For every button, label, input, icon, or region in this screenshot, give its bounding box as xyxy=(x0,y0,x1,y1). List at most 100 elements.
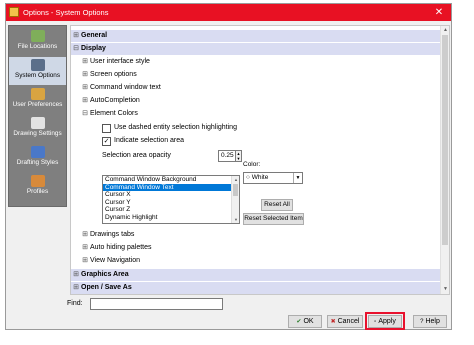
list-scroll-thumb[interactable] xyxy=(233,184,238,196)
list-item[interactable]: Cursor X xyxy=(103,191,239,199)
profiles-icon xyxy=(30,175,45,187)
sidebar-item-label: User Preferences xyxy=(12,101,63,108)
color-dropdown[interactable]: ○ White ▼ xyxy=(243,172,303,184)
apply-button[interactable]: ▫ Apply xyxy=(368,315,402,328)
tree-scrollbar[interactable]: ▲ ▼ xyxy=(440,26,449,294)
color-value: ○ White xyxy=(246,174,269,181)
find-label: Find: xyxy=(67,300,83,307)
tree-node-element-colors[interactable]: ⊟ Element Colors xyxy=(80,108,138,120)
node-label: Command window text xyxy=(90,84,161,91)
tree-node-screen-options[interactable]: ⊞ Screen options xyxy=(80,69,137,81)
list-scrollbar[interactable]: ▲ ▼ xyxy=(231,176,239,223)
tree-node-command-window-text[interactable]: ⊞ Command window text xyxy=(80,82,161,94)
dashed-highlight-label: Use dashed entity selection highlighting xyxy=(114,124,237,131)
chevron-down-icon[interactable]: ▼ xyxy=(293,173,302,183)
app-icon xyxy=(9,7,19,17)
section-label: Graphics Area xyxy=(81,271,129,278)
scroll-down-icon[interactable]: ▼ xyxy=(441,285,449,294)
cancel-button[interactable]: ✖ Cancel xyxy=(327,315,363,328)
indicate-area-checkbox[interactable]: ✓ xyxy=(102,137,111,146)
expand-icon[interactable]: ⊞ xyxy=(80,69,90,81)
sidebar-item-drawing-settings[interactable]: Drawing Settings xyxy=(9,115,66,143)
list-item[interactable]: Dynamic Highlight xyxy=(103,214,239,222)
options-tree-panel: ⊞ General ⊟ Display ⊞ User interface style … xyxy=(70,25,450,295)
list-item-selected[interactable]: Command Window Text xyxy=(103,183,239,192)
section-label: Display xyxy=(81,45,106,52)
scroll-up-icon[interactable]: ▲ xyxy=(232,176,239,183)
section-display[interactable]: ⊟ Display xyxy=(71,43,441,55)
node-label: Drawings tabs xyxy=(90,231,135,238)
sidebar-item-file-locations[interactable]: File Locations xyxy=(9,28,66,56)
expand-icon[interactable]: ⊞ xyxy=(71,269,81,281)
expand-icon[interactable]: ⊞ xyxy=(80,242,90,254)
section-general[interactable]: ⊞ General xyxy=(71,30,441,42)
node-label: Screen options xyxy=(90,71,137,78)
tree-node-autocompletion[interactable]: ⊞ AutoCompletion xyxy=(80,95,140,107)
ok-button[interactable]: ✔ OK xyxy=(288,315,322,328)
sidebar-item-label: Profiles xyxy=(26,188,49,195)
ok-check-icon: ✔ xyxy=(296,319,302,325)
tree-scroll-thumb[interactable] xyxy=(442,35,448,245)
node-label: Element Colors xyxy=(90,110,138,117)
section-graphics-area[interactable]: ⊞ Graphics Area xyxy=(71,269,441,281)
expand-icon[interactable]: ⊞ xyxy=(71,30,81,42)
list-item[interactable]: Command Window Background xyxy=(103,176,239,184)
tree-node-user-interface-style[interactable]: ⊞ User interface style xyxy=(80,56,150,68)
system-options-icon xyxy=(30,59,45,71)
node-label: Auto hiding palettes xyxy=(90,244,152,251)
collapse-icon[interactable]: ⊟ xyxy=(71,43,81,55)
sidebar-item-system-options[interactable]: System Options xyxy=(9,57,66,85)
reset-all-button[interactable]: Reset All xyxy=(261,199,293,211)
sidebar-item-label: Drawing Settings xyxy=(13,130,62,137)
options-dialog: Options - System Options ✕ File Location… xyxy=(5,3,452,330)
sidebar-item-label: Drafting Styles xyxy=(16,159,59,166)
cancel-x-icon: ✖ xyxy=(330,319,336,325)
ok-label: OK xyxy=(303,318,314,325)
tree-node-auto-hiding-palettes[interactable]: ⊞ Auto hiding palettes xyxy=(80,242,152,254)
dialog-footer: ✔ OK ✖ Cancel ▫ Apply ? Help xyxy=(6,311,451,330)
scroll-down-icon[interactable]: ▼ xyxy=(232,216,239,223)
sidebar-item-profiles[interactable]: Profiles xyxy=(9,173,66,201)
list-item[interactable]: Cursor Y xyxy=(103,199,239,207)
tree-node-view-navigation[interactable]: ⊞ View Navigation xyxy=(80,255,140,267)
sidebar-item-drafting-styles[interactable]: Drafting Styles xyxy=(9,144,66,172)
collapse-icon[interactable]: ⊟ xyxy=(80,108,90,120)
window-title: Options - System Options xyxy=(23,8,109,17)
reset-selected-item-button[interactable]: Reset Selected Item xyxy=(243,213,304,225)
help-icon: ? xyxy=(420,319,424,325)
expand-icon[interactable]: ⊞ xyxy=(80,56,90,68)
expand-icon[interactable]: ⊞ xyxy=(80,82,90,94)
options-sidebar: File Locations System Options User Prefe… xyxy=(8,25,67,207)
user-preferences-icon xyxy=(30,88,45,100)
section-open-save-as[interactable]: ⊞ Open / Save As xyxy=(71,282,441,294)
scroll-up-icon[interactable]: ▲ xyxy=(441,26,449,35)
expand-icon[interactable]: ⊞ xyxy=(80,255,90,267)
title-bar: Options - System Options ✕ xyxy=(6,4,451,21)
sidebar-item-label: System Options xyxy=(14,72,61,79)
color-label: Color: xyxy=(243,161,261,168)
opacity-input[interactable]: 0.25 xyxy=(218,150,236,162)
expand-icon[interactable]: ⊞ xyxy=(80,95,90,107)
expand-icon[interactable]: ⊞ xyxy=(71,282,81,294)
drawing-settings-icon xyxy=(30,117,45,129)
node-label: User interface style xyxy=(90,58,150,65)
indicate-area-label: Indicate selection area xyxy=(114,137,185,144)
sidebar-item-label: File Locations xyxy=(17,43,58,50)
opacity-stepper[interactable]: ▲ ▼ xyxy=(235,150,242,162)
apply-label: Apply xyxy=(378,318,396,325)
drafting-styles-icon xyxy=(30,146,45,158)
find-input[interactable] xyxy=(90,298,223,310)
cancel-label: Cancel xyxy=(337,318,360,325)
close-icon[interactable]: ✕ xyxy=(427,4,451,21)
help-button[interactable]: ? Help xyxy=(413,315,447,328)
list-item[interactable]: Cursor Z xyxy=(103,206,239,214)
opacity-label: Selection area opacity xyxy=(102,152,171,159)
dashed-highlight-checkbox[interactable] xyxy=(102,124,111,133)
spin-down-icon[interactable]: ▼ xyxy=(236,156,241,161)
help-label: Help xyxy=(425,318,440,325)
sidebar-item-user-preferences[interactable]: User Preferences xyxy=(9,86,66,114)
tree-node-drawings-tabs[interactable]: ⊞ Drawings tabs xyxy=(80,229,134,241)
element-list[interactable]: Command Window Background Command Window… xyxy=(102,175,240,224)
apply-icon: ▫ xyxy=(374,319,377,325)
expand-icon[interactable]: ⊞ xyxy=(80,229,90,241)
